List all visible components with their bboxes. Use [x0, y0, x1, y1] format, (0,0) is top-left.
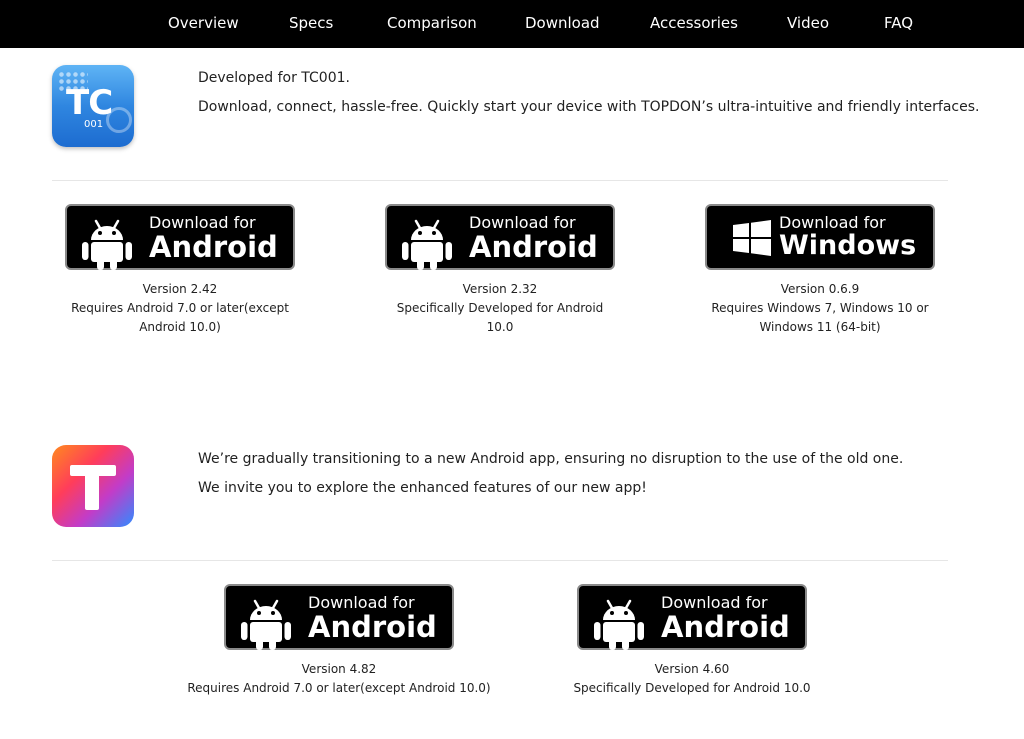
version-text: Version 4.60	[654, 662, 730, 676]
section-divider	[52, 180, 948, 181]
top-nav: Overview Specs Comparison Download Acces…	[0, 0, 1024, 48]
download-windows-0-6-9-button[interactable]: Download for Windows	[705, 204, 935, 270]
download-caption: Version 4.60 Specifically Developed for …	[552, 660, 832, 698]
badge-platform-label: Android	[149, 230, 278, 264]
version-text: Version 0.6.9	[780, 282, 860, 296]
version-text: Version 2.32	[462, 282, 538, 296]
topinfrared-app-icon	[52, 445, 134, 527]
nav-specs[interactable]: Specs	[289, 14, 333, 32]
tc-icon-text: TC	[66, 83, 113, 123]
nav-video[interactable]: Video	[787, 14, 829, 32]
download-caption: Version 0.6.9 Requires Windows 7, Window…	[690, 280, 950, 337]
windows-icon	[733, 220, 771, 256]
nav-download[interactable]: Download	[525, 14, 600, 32]
badge-platform-label: Windows	[779, 230, 917, 261]
section-divider	[52, 560, 948, 561]
requirement-text: Requires Android 7.0 or later(except And…	[187, 681, 491, 695]
tc-icon-subtext: 001	[84, 119, 104, 130]
newapp-intro-line1: We’re gradually transitioning to a new A…	[198, 451, 904, 467]
requirement-text: Requires Windows 7, Windows 10 or Window…	[711, 301, 929, 334]
badge-platform-label: Android	[661, 610, 790, 644]
android-icon	[82, 219, 132, 270]
version-text: Version 2.42	[142, 282, 218, 296]
download-android-4-60-button[interactable]: Download for Android	[577, 584, 807, 650]
badge-platform-label: Android	[308, 610, 437, 644]
badge-platform-label: Android	[469, 230, 598, 264]
android-icon	[241, 599, 291, 650]
download-android-2-42-button[interactable]: Download for Android	[65, 204, 295, 270]
tc001-app-icon: TC 001	[52, 65, 134, 147]
nav-faq[interactable]: FAQ	[884, 14, 913, 32]
tc001-intro-description: Download, connect, hassle-free. Quickly …	[198, 99, 980, 115]
requirement-text: Requires Android 7.0 or later(except And…	[71, 301, 289, 334]
download-caption: Version 4.82 Requires Android 7.0 or lat…	[179, 660, 499, 698]
download-android-4-82-button[interactable]: Download for Android	[224, 584, 454, 650]
version-text: Version 4.82	[301, 662, 377, 676]
tc001-intro-title: Developed for TC001.	[198, 70, 350, 86]
android-icon	[594, 599, 644, 650]
requirement-text: Specifically Developed for Android 10.0	[573, 681, 811, 695]
requirement-text: Specifically Developed for Android 10.0	[396, 301, 604, 334]
newapp-intro-line2: We invite you to explore the enhanced fe…	[198, 480, 647, 496]
nav-comparison[interactable]: Comparison	[387, 14, 477, 32]
t-logo-stem	[85, 465, 99, 510]
download-caption: Version 2.42 Requires Android 7.0 or lat…	[50, 280, 310, 337]
nav-overview[interactable]: Overview	[168, 14, 239, 32]
nav-accessories[interactable]: Accessories	[650, 14, 738, 32]
download-caption: Version 2.32 Specifically Developed for …	[370, 280, 630, 337]
download-android-2-32-button[interactable]: Download for Android	[385, 204, 615, 270]
android-icon	[402, 219, 452, 270]
